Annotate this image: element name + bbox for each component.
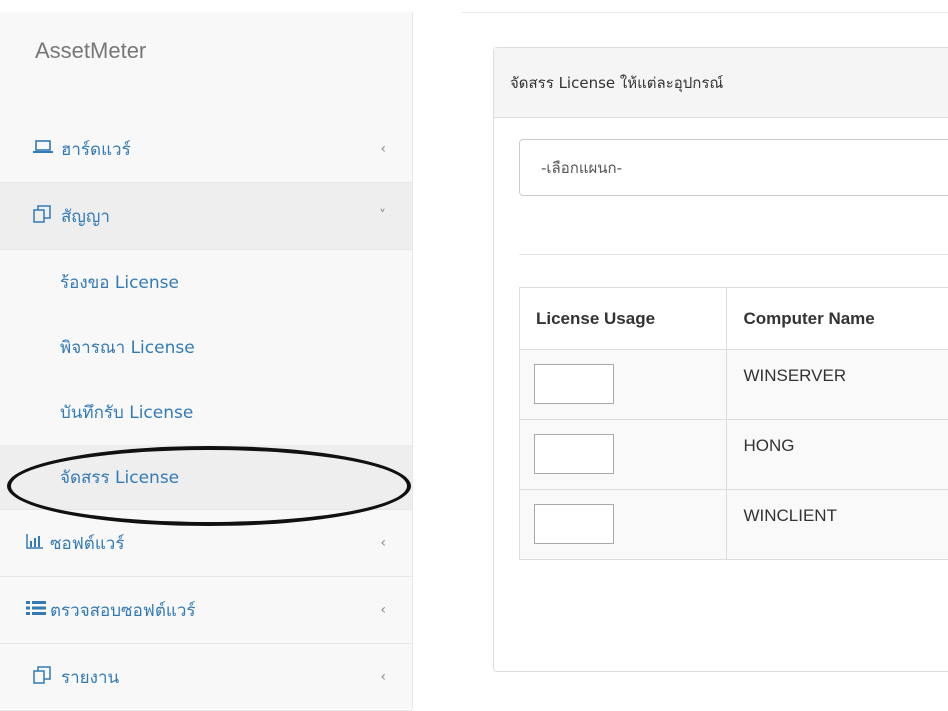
column-header-computer-name: Computer Name: [727, 288, 948, 350]
sidebar-item-label: ซอฟต์แวร์: [50, 530, 124, 557]
sidebar-subitem-allocate-license[interactable]: จัดสรร License: [0, 445, 412, 510]
laptop-icon: [33, 139, 55, 159]
sidebar-nav: ฮาร์ดแวร์ ‹ สัญญา ˅ ร้องขอ License พิจาร…: [0, 116, 412, 711]
chevron-left-icon: ‹: [380, 535, 386, 551]
copy-icon: [33, 666, 55, 689]
computer-name-cell: HONG: [727, 420, 948, 490]
panel-heading: จัดสรร License ให้แต่ละอุปกรณ์: [494, 48, 948, 118]
chevron-left-icon: ‹: [380, 669, 386, 685]
sidebar-subitem-receive-license[interactable]: บันทึกรับ License: [0, 380, 412, 445]
computer-name-cell: WINSERVER: [727, 350, 948, 420]
table-header-row: License Usage Computer Name: [520, 288, 948, 350]
brand-title[interactable]: AssetMeter: [35, 38, 146, 64]
sidebar-subitem-review-license[interactable]: พิจารณา License: [0, 315, 412, 380]
sidebar-subitem-label: พิจารณา License: [60, 334, 195, 361]
sidebar-subitem-request-license[interactable]: ร้องขอ License: [0, 250, 412, 315]
sidebar-item-label: ตรวจสอบซอฟต์แวร์: [50, 597, 196, 624]
sidebar-subitem-label: จัดสรร License: [60, 464, 179, 491]
copy-icon: [33, 205, 55, 228]
table-row: WINSERVER: [520, 350, 948, 420]
chevron-left-icon: ‹: [380, 602, 386, 618]
license-usage-cell: [520, 490, 727, 560]
computer-name-cell: WINCLIENT: [727, 490, 948, 560]
license-usage-cell: [520, 420, 727, 490]
chevron-left-icon: ‹: [380, 141, 386, 157]
panel-divider: [519, 254, 948, 255]
sidebar-item-report[interactable]: รายงาน ‹: [0, 644, 412, 711]
bar-chart-icon: [26, 533, 48, 554]
license-usage-input[interactable]: [534, 504, 614, 544]
chevron-down-icon: ˅: [379, 208, 386, 224]
table-row: WINCLIENT: [520, 490, 948, 560]
sidebar-item-hardware[interactable]: ฮาร์ดแวร์ ‹: [0, 116, 412, 183]
sidebar: AssetMeter ฮาร์ดแวร์ ‹ สัญญา ˅ ร้องขอ Li…: [0, 12, 413, 709]
table-row: HONG: [520, 420, 948, 490]
license-usage-input[interactable]: [534, 364, 614, 404]
sidebar-item-software-audit[interactable]: ตรวจสอบซอฟต์แวร์ ‹: [0, 577, 412, 644]
license-usage-table: License Usage Computer Name WINSERVER HO…: [519, 287, 948, 560]
license-usage-input[interactable]: [534, 434, 614, 474]
sidebar-item-contract[interactable]: สัญญา ˅: [0, 183, 412, 250]
sidebar-item-label: สัญญา: [61, 203, 110, 230]
sidebar-item-label: รายงาน: [61, 664, 119, 691]
license-allocation-panel: จัดสรร License ให้แต่ละอุปกรณ์ -เลือกแผน…: [493, 47, 948, 672]
sidebar-item-label: ฮาร์ดแวร์: [61, 136, 131, 163]
department-select[interactable]: -เลือกแผนก-: [519, 139, 948, 196]
license-usage-cell: [520, 350, 727, 420]
list-icon: [26, 600, 48, 621]
column-header-license-usage: License Usage: [520, 288, 727, 350]
sidebar-subitem-label: ร้องขอ License: [60, 269, 179, 296]
top-divider: [462, 12, 948, 13]
sidebar-item-software[interactable]: ซอฟต์แวร์ ‹: [0, 510, 412, 577]
sidebar-subitem-label: บันทึกรับ License: [60, 399, 193, 426]
